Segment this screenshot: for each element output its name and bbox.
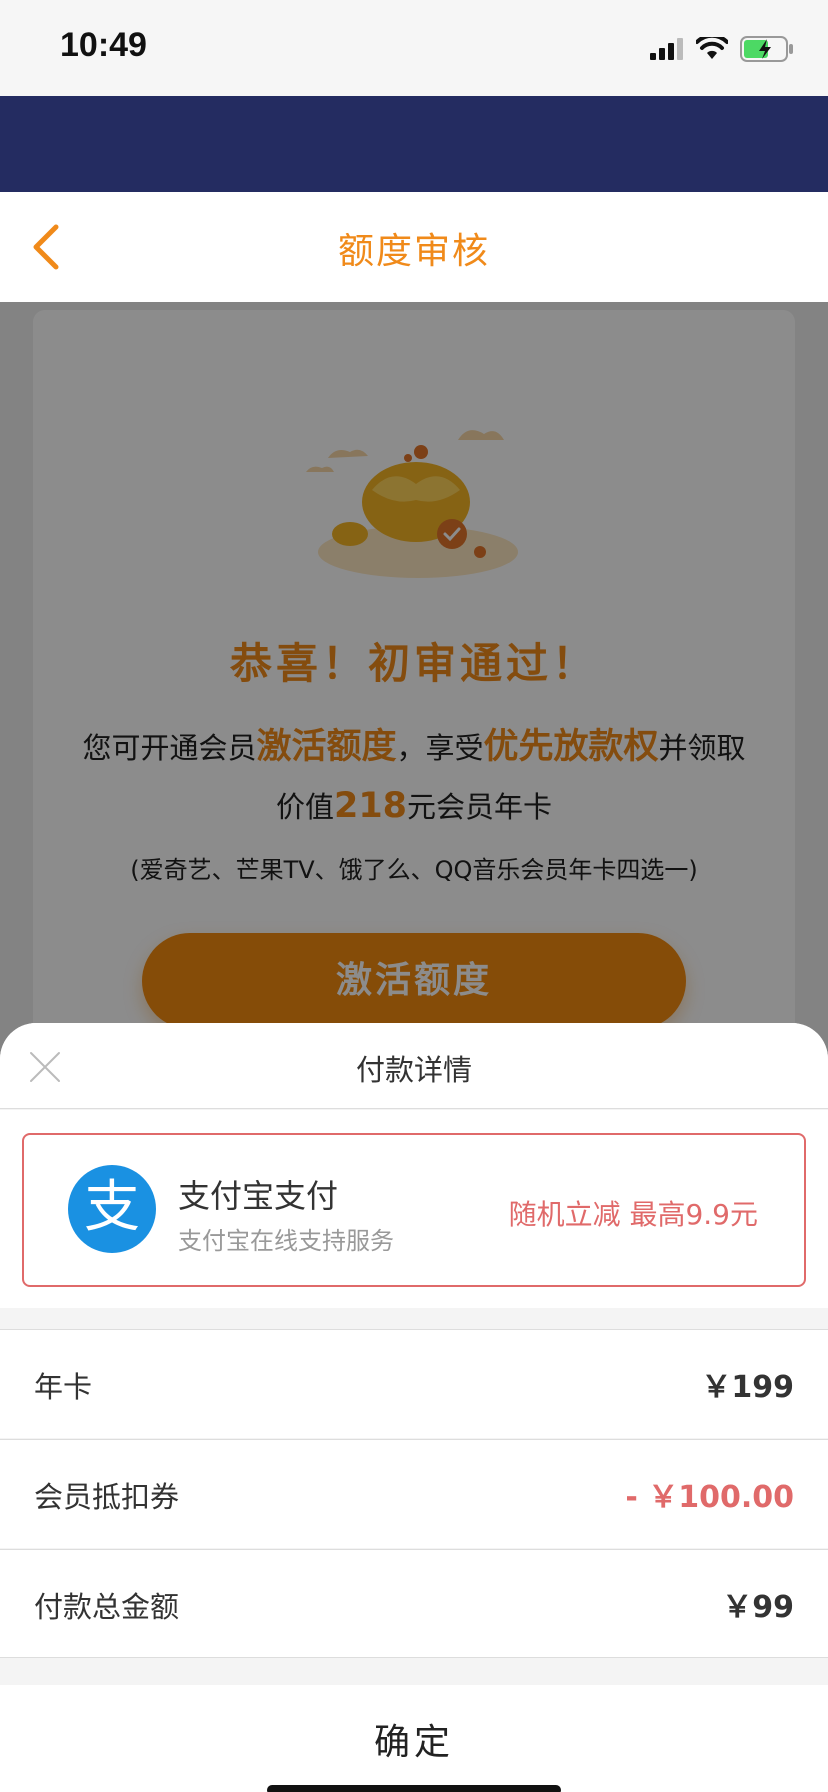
status-time: 10:49 <box>60 26 147 64</box>
alipay-option[interactable]: 支 支付宝支付 支付宝在线支持服务 随机立减 最高9.9元 <box>22 1133 806 1287</box>
alipay-logo-icon: 支 <box>68 1165 156 1253</box>
brand-band <box>0 96 828 192</box>
row-label: 付款总金额 <box>34 1590 180 1624</box>
battery-charging-icon <box>740 36 793 62</box>
row-value: ￥99 <box>722 1590 794 1625</box>
payment-method-subtitle: 支付宝在线支持服务 <box>178 1227 394 1255</box>
row-label: 会员抵扣券 <box>34 1480 180 1514</box>
price-row-coupon: 会员抵扣券 - ￥100.00 <box>0 1439 828 1548</box>
alipay-logo-glyph: 支 <box>84 1175 140 1240</box>
payment-method-name: 支付宝支付 <box>178 1177 339 1215</box>
payment-promo: 随机立减 最高9.9元 <box>508 1198 758 1231</box>
confirm-bar: 确定 <box>0 1685 828 1792</box>
status-bar: 10:49 <box>0 0 828 96</box>
payment-sheet: 付款详情 支 支付宝支付 支付宝在线支持服务 随机立减 最高9.9元 年卡 ￥1… <box>0 1023 828 1792</box>
price-row-annual-card: 年卡 ￥199 <box>0 1329 828 1438</box>
home-indicator <box>267 1785 561 1792</box>
payment-method-section: 支 支付宝支付 支付宝在线支持服务 随机立减 最高9.9元 <box>0 1110 828 1308</box>
confirm-button[interactable]: 确定 <box>0 1713 828 1765</box>
row-label: 年卡 <box>34 1370 93 1404</box>
sheet-title: 付款详情 <box>355 1053 472 1087</box>
row-value: ￥199 <box>701 1370 794 1405</box>
sheet-header: 付款详情 <box>0 1023 828 1109</box>
row-value: - ￥100.00 <box>625 1480 794 1515</box>
status-icons <box>650 34 794 64</box>
cellular-signal-icon <box>650 38 683 60</box>
wifi-icon <box>696 37 728 59</box>
page-title: 额度审核 <box>337 231 490 272</box>
price-row-total: 付款总金额 ￥99 <box>0 1549 828 1658</box>
nav-bar: 额度审核 <box>0 192 828 302</box>
